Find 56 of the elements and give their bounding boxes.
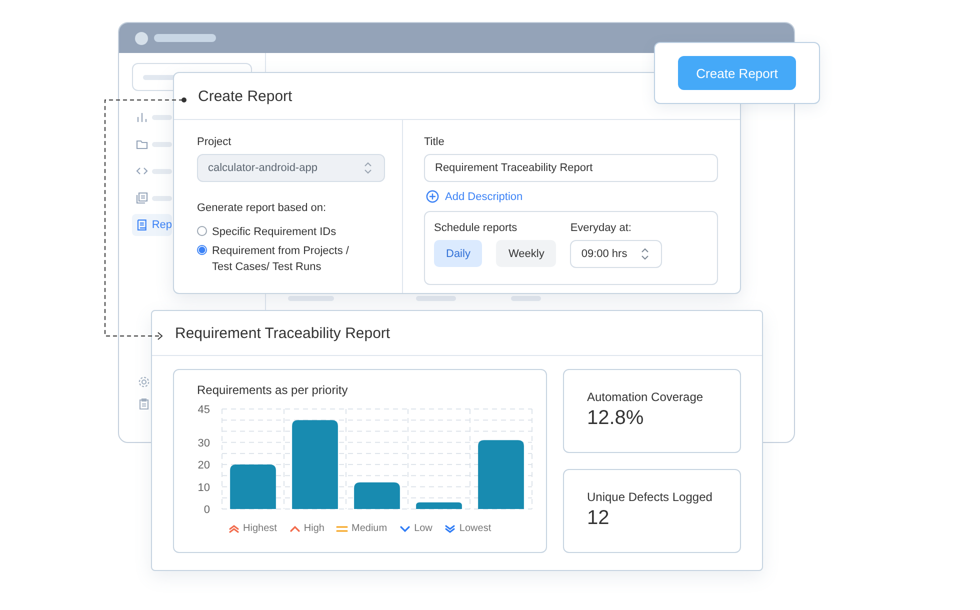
axis-tick-label: 10 [198,482,210,494]
field-label: Generate report based on: [197,202,326,214]
chart-bar [230,464,276,509]
clipboard-icon[interactable] [138,398,150,410]
axis-tick-label: 0 [204,504,210,515]
skeleton-line [152,168,172,174]
window-dot [135,32,148,44]
schedule-toggle[interactable]: Daily [434,240,482,267]
category-label: Lowest [459,522,492,534]
bar-chart-icon [136,111,148,123]
category-label: High [304,522,324,534]
dialog-title: Create Report [198,88,292,104]
skeleton-line [152,114,172,120]
chart-bar [354,482,400,509]
chart-title: Requirements as per priority [196,383,349,397]
stat-value: 12 [587,507,610,530]
category-label: Highest [243,522,277,534]
chart-bar [416,502,462,509]
sidebar-label: Rep [152,219,172,231]
radio-option[interactable]: Specific Requirement IDs [197,224,362,240]
radio-button[interactable] [197,226,207,236]
document-icon [136,192,148,204]
add-description-link[interactable]: Add Description [424,190,523,203]
skeleton-line [152,142,172,146]
up-down-chevron-icon [364,162,372,174]
category-label: Low [414,522,432,534]
stat-label: Automation Coverage [587,390,704,404]
axis-tick-label: 45 [198,404,210,416]
code-icon [136,165,148,177]
schedule-toggle[interactable]: Weekly [496,240,556,267]
skeleton-line [154,34,216,42]
field-label: Schedule reports [434,222,518,234]
report-title: Requirement Traceability Report [175,324,390,342]
up-down-chevron-icon [641,248,650,260]
folder-icon [136,138,148,150]
field-label: Project [197,136,232,148]
radio-option[interactable]: Requirement from Projects / Test Cases/ Test Runs [197,243,362,275]
settings-icon[interactable] [138,376,150,388]
skeleton-line [288,296,334,301]
field-label: Everyday at: [570,222,632,234]
axis-tick-label: 20 [198,460,210,472]
skeleton-line [511,296,541,301]
axis-tick-label: 30 [198,437,210,450]
category-label: Medium [351,522,388,534]
field-label: Title [424,136,444,148]
chart-bar [478,440,524,509]
plus-circle-icon [426,190,439,203]
report-icon [136,219,148,231]
skeleton-line [152,196,172,200]
stat-value: 12.8% [587,407,645,430]
skeleton-line [416,296,456,301]
project-select[interactable]: calculator-android-app [197,154,385,182]
radio-button[interactable] [197,245,207,255]
time-select[interactable]: 09:00 hrs [570,240,662,268]
stat-label: Unique Defects Logged [587,490,714,504]
title-field[interactable]: Requirement Traceability Report [424,154,718,182]
